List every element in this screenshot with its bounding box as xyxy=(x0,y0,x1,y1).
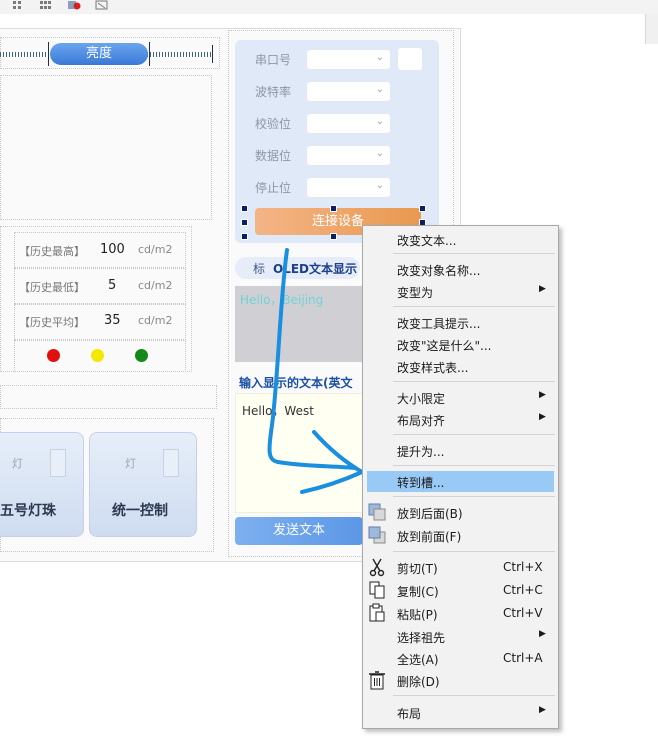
oled-tab-prefix: 标 xyxy=(253,262,266,276)
history-avg-unit: cd/m2 xyxy=(138,314,173,327)
port-select[interactable]: ⌄ xyxy=(306,49,391,70)
lamp-name: 统一控制 xyxy=(112,503,168,519)
brightness-button[interactable]: 亮度 xyxy=(50,43,148,65)
oled-display-text: Hello，Beijing xyxy=(240,293,324,307)
submenu-arrow-icon: ▶ xyxy=(539,705,546,715)
red-indicator xyxy=(47,349,60,362)
databits-label: 数据位 xyxy=(255,149,292,163)
grid-layout-icon[interactable] xyxy=(39,0,53,10)
history-max-unit: cd/m2 xyxy=(138,243,173,256)
lamp-name: 五号灯珠 xyxy=(0,503,56,519)
scissors-icon xyxy=(369,558,385,577)
submenu-arrow-icon: ▶ xyxy=(539,412,546,422)
menu-item-go-to-slot[interactable]: 转到槽... xyxy=(367,471,554,492)
adjust-size-icon[interactable] xyxy=(95,0,109,10)
menu-item-delete[interactable]: 删除(D) xyxy=(363,670,558,691)
chart-area xyxy=(0,75,212,220)
stopbits-select[interactable]: ⌄ xyxy=(306,177,391,198)
break-layout-icon[interactable] xyxy=(67,0,81,10)
history-min-unit: cd/m2 xyxy=(138,279,173,292)
menu-item-copy[interactable]: 复制(C) Ctrl+C xyxy=(363,580,558,601)
text-input-value: Hello，West xyxy=(242,404,314,418)
stopbits-label: 停止位 xyxy=(255,181,292,195)
send-text-button[interactable]: 发送文本 xyxy=(235,517,363,545)
lamp-card-all[interactable] xyxy=(89,432,197,537)
grid-icon[interactable] xyxy=(12,0,24,10)
chevron-down-icon: ⌄ xyxy=(375,180,384,191)
lamp-icon-label: 灯 xyxy=(125,457,136,470)
context-menu: 改变文本... 改变对象名称... 变型为 ▶ 改变工具提示... 改变"这是什么… xyxy=(362,225,559,729)
bring-to-front-icon xyxy=(368,526,386,544)
menu-item-change-whats-this[interactable]: 改变"这是什么"... xyxy=(363,334,558,355)
databits-select[interactable]: ⌄ xyxy=(306,145,391,166)
menu-item-change-object-name[interactable]: 改变对象名称... xyxy=(363,259,558,280)
trash-icon xyxy=(369,671,385,690)
chevron-down-icon: ⌄ xyxy=(375,116,384,127)
submenu-arrow-icon: ▶ xyxy=(539,629,546,639)
history-max-value: 100 xyxy=(100,242,125,257)
baud-select[interactable]: ⌄ xyxy=(306,81,391,102)
send-to-back-icon xyxy=(368,503,386,521)
input-title: 输入显示的文本(英文 xyxy=(239,376,353,390)
menu-item-layout-alignment[interactable]: 布局对齐 ▶ xyxy=(363,409,558,430)
menu-item-bring-to-front[interactable]: 放到前面(F) xyxy=(363,525,558,546)
selection-handle[interactable] xyxy=(419,205,426,212)
submenu-arrow-icon: ▶ xyxy=(539,284,546,294)
selection-handle[interactable] xyxy=(241,205,248,212)
slider-tick xyxy=(212,45,213,63)
history-min-value: 5 xyxy=(108,278,117,293)
refresh-port-button[interactable] xyxy=(397,47,423,71)
yellow-indicator xyxy=(91,349,104,362)
layout-box xyxy=(0,385,217,409)
lamp-card-5[interactable] xyxy=(0,432,84,537)
port-label: 串口号 xyxy=(255,53,292,67)
history-avg-value: 35 xyxy=(104,313,121,328)
menu-item-size-constraints[interactable]: 大小限定 ▶ xyxy=(363,387,558,408)
menu-item-send-to-back[interactable]: 放到后面(B) xyxy=(363,502,558,523)
menu-item-change-stylesheet[interactable]: 改变样式表... xyxy=(363,356,558,377)
selection-handle[interactable] xyxy=(241,233,248,240)
menu-item-select-ancestor[interactable]: 选择祖先 ▶ xyxy=(363,626,558,647)
copy-icon xyxy=(369,581,385,599)
history-avg-label: 【历史平均】 xyxy=(19,316,85,329)
selection-handle[interactable] xyxy=(330,233,337,240)
menu-item-promote-to[interactable]: 提升为... xyxy=(363,440,558,461)
slider-tick xyxy=(149,42,150,66)
slider-tick xyxy=(48,42,49,66)
menu-item-change-text[interactable]: 改变文本... xyxy=(363,229,558,250)
lamp-icon-label: 灯 xyxy=(12,457,23,470)
parity-label: 校验位 xyxy=(255,117,292,131)
oled-tab-title: OLED文本显示 xyxy=(273,262,358,276)
paste-icon xyxy=(369,603,385,622)
baud-label: 波特率 xyxy=(255,85,292,99)
lamp-indicator xyxy=(50,449,66,477)
history-max-label: 【历史最高】 xyxy=(19,245,85,258)
history-min-label: 【历史最低】 xyxy=(19,281,85,294)
menu-item-change-tooltip[interactable]: 改变工具提示... xyxy=(363,312,558,333)
menu-item-paste[interactable]: 粘贴(P) Ctrl+V xyxy=(363,603,558,624)
green-indicator xyxy=(135,349,148,362)
selection-handle[interactable] xyxy=(330,205,337,212)
scrollbar[interactable] xyxy=(645,14,658,44)
menu-item-cut[interactable]: 剪切(T) Ctrl+X xyxy=(363,557,558,578)
submenu-arrow-icon: ▶ xyxy=(539,390,546,400)
chevron-down-icon: ⌄ xyxy=(375,148,384,159)
designer-toolbar xyxy=(0,0,658,15)
chevron-down-icon: ⌄ xyxy=(375,84,384,95)
menu-item-select-all[interactable]: 全选(A) Ctrl+A xyxy=(363,648,558,669)
chevron-down-icon: ⌄ xyxy=(375,52,384,63)
lamp-indicator xyxy=(163,449,179,477)
parity-select[interactable]: ⌄ xyxy=(306,113,391,134)
selection-handle[interactable] xyxy=(241,219,248,226)
menu-item-morph-into[interactable]: 变型为 ▶ xyxy=(363,281,558,302)
menu-item-layout[interactable]: 布局 ▶ xyxy=(363,702,558,723)
